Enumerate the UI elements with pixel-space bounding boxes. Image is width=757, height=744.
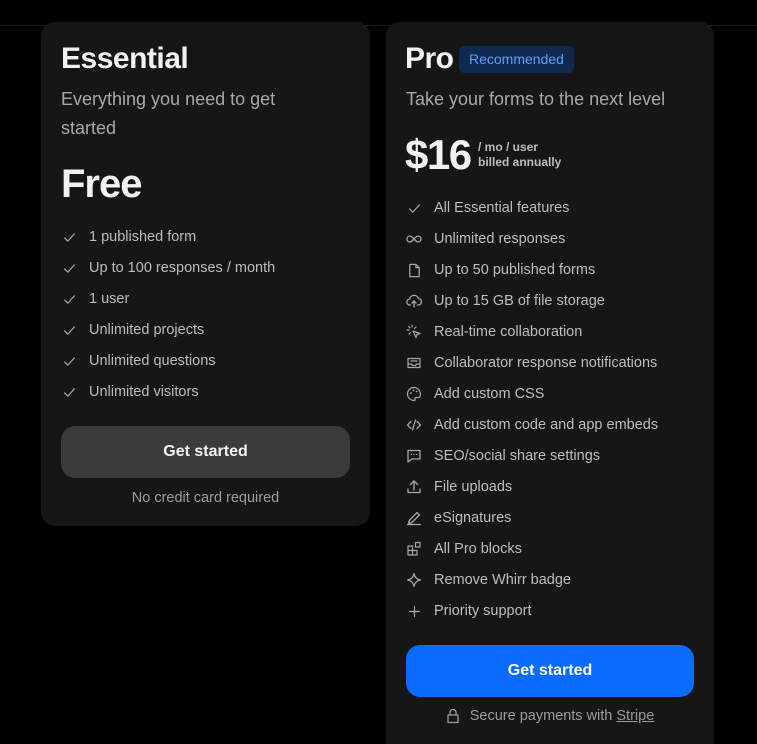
pro-feature-label: Add custom code and app embeds [434, 417, 659, 433]
essential-plan-subtitle: Everything you need to get started [61, 85, 275, 143]
pro-feature-label: All Essential features [434, 200, 570, 216]
no-credit-card-note: No credit card required [131, 490, 280, 506]
essential-feature-item: 1 user [61, 287, 129, 311]
stripe-link[interactable]: Stripe [616, 708, 654, 724]
essential-price: Free [61, 162, 142, 206]
pro-feature-item: Add custom code and app embeds [406, 413, 658, 437]
check-icon [61, 384, 77, 400]
secure-payments-note: Secure payments with Stripe [386, 708, 714, 724]
pro-price: $16 [405, 131, 472, 178]
pro-feature-label: Real-time collaboration [434, 324, 583, 340]
recommended-badge: Recommended [459, 46, 574, 73]
pro-feature-item: Add custom CSS [406, 382, 544, 406]
essential-feature-item: Unlimited questions [61, 349, 216, 373]
pro-feature-item: eSignatures [406, 506, 511, 530]
essential-feature-label: Unlimited visitors [89, 384, 199, 400]
pro-feature-label: Unlimited responses [434, 231, 566, 247]
pen-icon [406, 510, 422, 526]
cloud-upload-icon [406, 293, 422, 309]
pro-feature-item: Collaborator response notifications [406, 351, 657, 375]
plus-icon [406, 603, 422, 619]
essential-feature-label: Unlimited questions [89, 353, 216, 369]
secure-payments-text: Secure payments with [469, 708, 613, 724]
pro-feature-label: All Pro blocks [434, 541, 522, 557]
infinity-icon [406, 231, 422, 247]
cursor-click-icon [406, 324, 422, 340]
message-square-icon [406, 448, 422, 464]
pro-feature-item: Real-time collaboration [406, 320, 582, 344]
pro-feature-label: Add custom CSS [434, 386, 545, 402]
essential-feature-item: 1 published form [61, 225, 196, 249]
essential-plan-title: Essential [61, 42, 189, 75]
pro-feature-label: eSignatures [434, 510, 512, 526]
pro-feature-label: File uploads [434, 479, 513, 495]
pro-price-billing: billed annually [478, 155, 562, 169]
blocks-icon [406, 541, 422, 557]
palette-icon [406, 386, 422, 402]
essential-feature-label: 1 published form [89, 229, 197, 245]
check-icon [406, 200, 422, 216]
check-icon [61, 229, 77, 245]
essential-feature-item: Up to 100 responses / month [61, 256, 275, 280]
pro-feature-label: Priority support [434, 603, 532, 619]
mail-icon [406, 355, 422, 371]
pro-feature-label: Remove Whirr badge [434, 572, 571, 588]
pro-feature-item: Up to 50 published forms [406, 258, 595, 282]
pro-feature-label: SEO/social share settings [434, 448, 601, 464]
pro-plan-title: Pro [405, 42, 454, 75]
essential-feature-item: Unlimited projects [61, 318, 204, 342]
essential-get-started-button[interactable]: Get started [61, 426, 350, 478]
pro-feature-label: Up to 50 published forms [434, 262, 596, 278]
pro-plan-card: Pro Recommended Take your forms to the n… [386, 22, 714, 744]
pro-feature-item: Unlimited responses [406, 227, 565, 251]
check-icon [61, 322, 77, 338]
essential-feature-label: 1 user [89, 291, 130, 307]
check-icon [61, 291, 77, 307]
lock-icon [446, 708, 460, 724]
pro-feature-item: File uploads [406, 475, 512, 499]
pro-feature-item: Priority support [406, 599, 532, 623]
pro-price-period: / mo / user [478, 140, 539, 154]
file-icon [406, 262, 422, 278]
pro-feature-item: SEO/social share settings [406, 444, 600, 468]
pro-feature-item: Up to 15 GB of file storage [406, 289, 605, 313]
check-icon [61, 260, 77, 276]
essential-feature-item: Unlimited visitors [61, 380, 199, 404]
upload-icon [406, 479, 422, 495]
essential-feature-label: Up to 100 responses / month [89, 260, 276, 276]
pro-feature-item: Remove Whirr badge [406, 568, 571, 592]
sparkle-icon [406, 572, 422, 588]
essential-feature-label: Unlimited projects [89, 322, 205, 338]
essential-plan-card: Essential Everything you need to get sta… [41, 22, 370, 526]
pro-feature-item: All Pro blocks [406, 537, 522, 561]
essential-subtitle-line1: Everything you need to get [61, 89, 276, 109]
pro-get-started-button[interactable]: Get started [406, 645, 694, 697]
pro-feature-item: All Essential features [406, 196, 569, 220]
code-icon [406, 417, 422, 433]
essential-subtitle-line2: started [61, 118, 117, 138]
pro-plan-subtitle: Take your forms to the next level [406, 89, 666, 109]
pro-feature-label: Up to 15 GB of file storage [434, 293, 605, 309]
pro-price-note: / mo / user billed annually [478, 140, 561, 170]
pro-feature-label: Collaborator response notifications [434, 355, 658, 371]
check-icon [61, 353, 77, 369]
